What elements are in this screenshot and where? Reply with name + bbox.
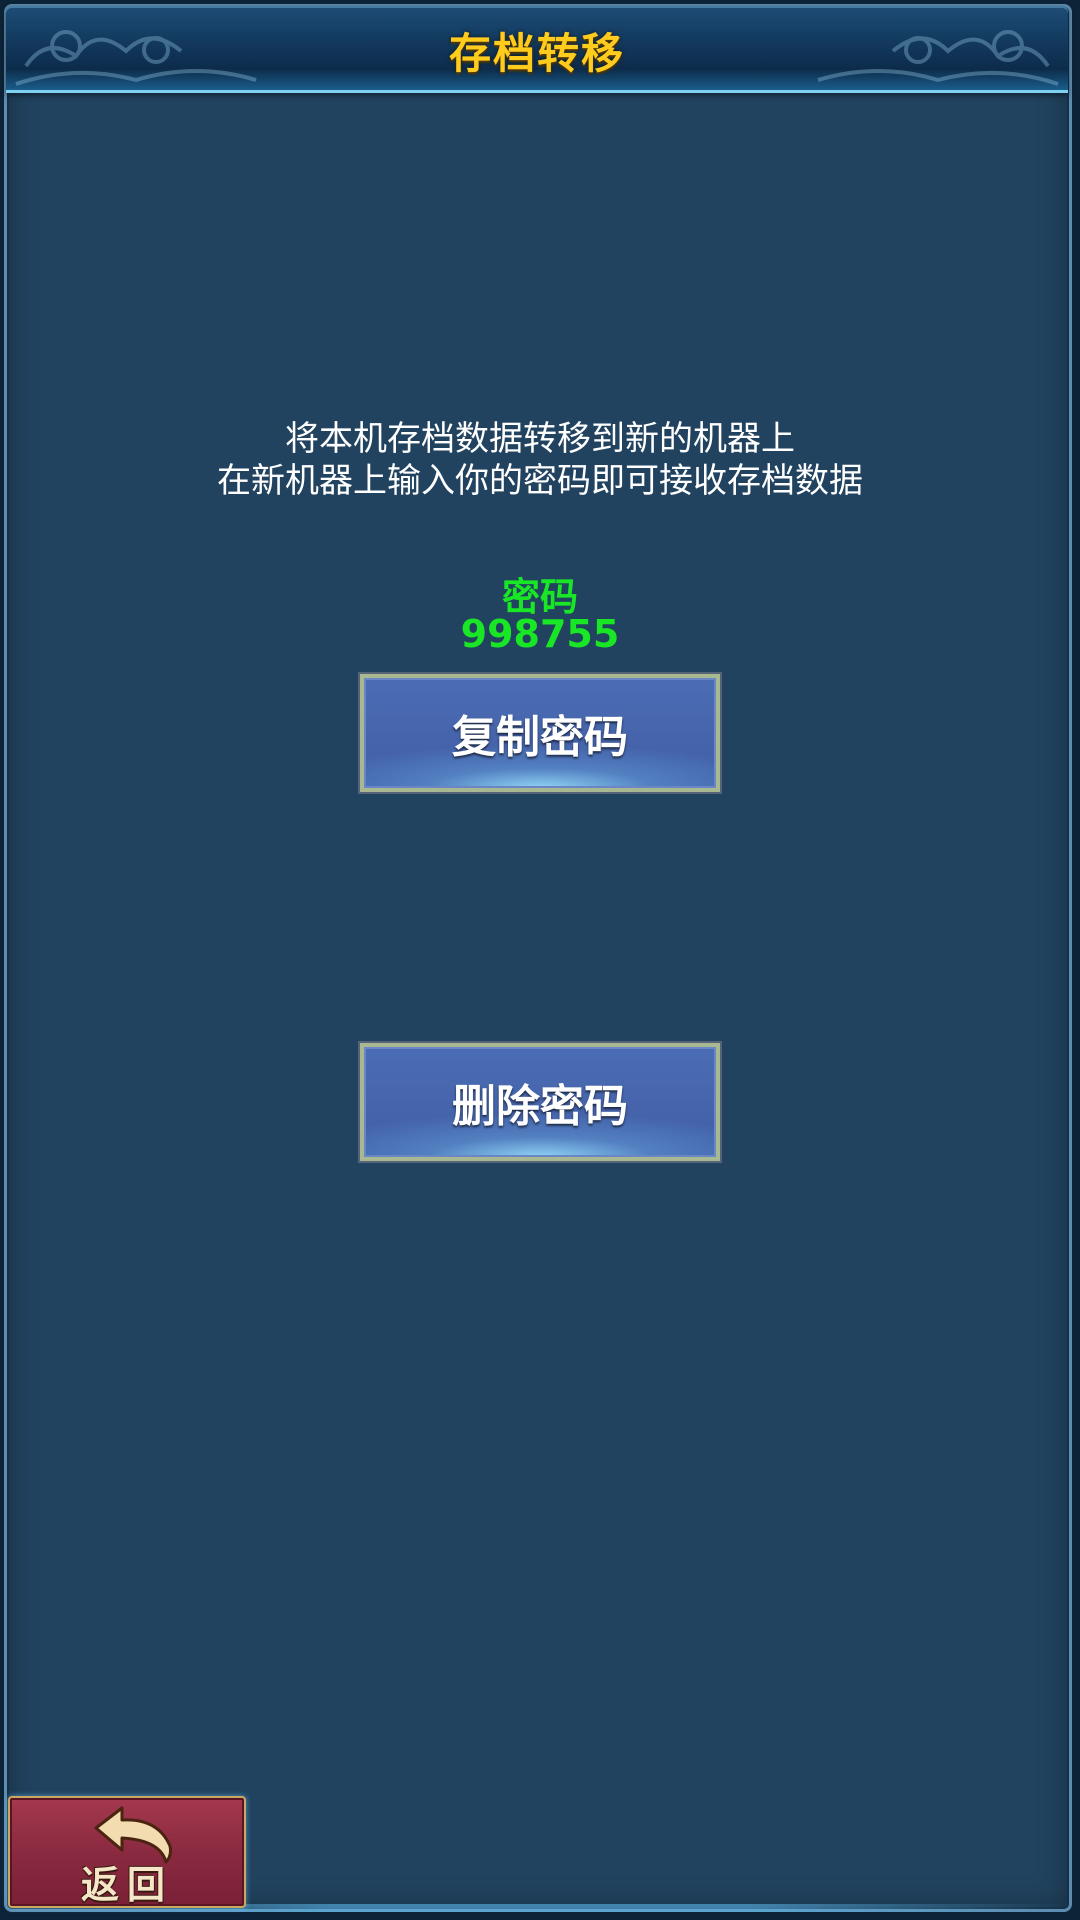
header-bar: 存档转移: [6, 6, 1068, 93]
delete-password-button[interactable]: 删除密码: [358, 1041, 722, 1163]
save-transfer-screen: 存档转移 将本机存档数据转移到新的机器上 在新机器上输入你的密码即可接收存档数据…: [0, 0, 1080, 1920]
back-label: 返回: [80, 1862, 173, 1907]
page-title: 存档转移: [448, 29, 625, 78]
description-line-2: 在新机器上输入你的密码即可接收存档数据: [217, 461, 863, 501]
back-button[interactable]: 返回: [8, 1796, 246, 1908]
transfer-description: 将本机存档数据转移到新的机器上 在新机器上输入你的密码即可接收存档数据: [0, 418, 1080, 502]
copy-password-button[interactable]: 复制密码: [358, 672, 722, 794]
main-panel: [4, 4, 1072, 1912]
copy-password-label: 复制密码: [452, 712, 628, 763]
description-line-1: 将本机存档数据转移到新的机器上: [285, 419, 795, 459]
delete-password-label: 删除密码: [452, 1081, 628, 1132]
password-value: 998755: [460, 612, 620, 656]
